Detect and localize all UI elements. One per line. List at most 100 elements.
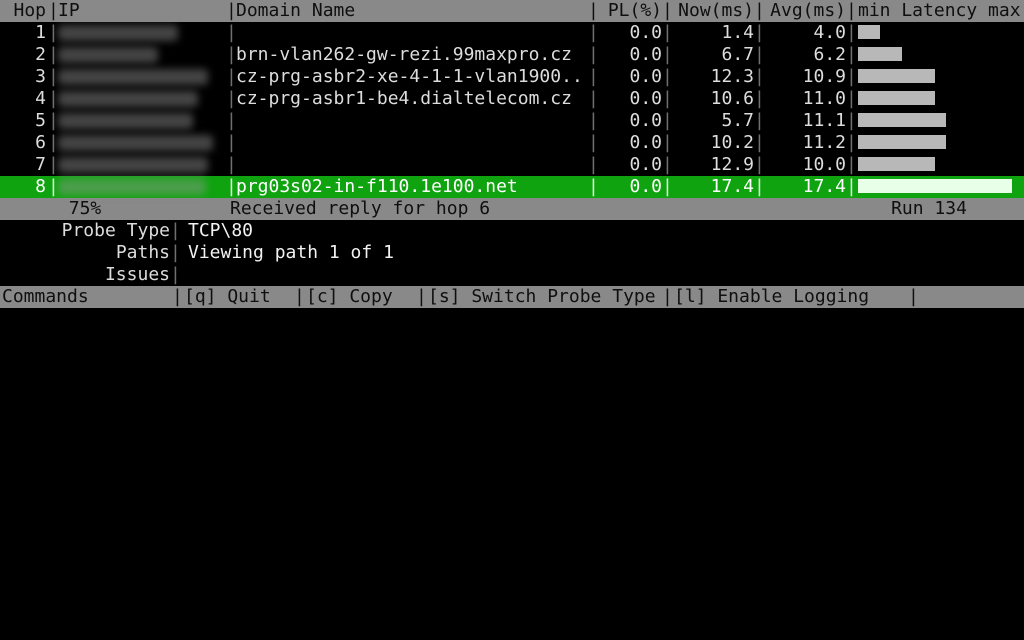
hop-ip: xxxxxxxxxxxxxxx: [58, 44, 226, 66]
col-domain: Domain Name: [236, 0, 588, 22]
table-header: Hop | IP | Domain Name | PL(%) | Now(ms)…: [0, 0, 1024, 22]
hop-number: 7: [0, 154, 48, 176]
hop-row[interactable]: 3|xxxxxxxxxxxxxxx|cz-prg-asbr2-xe-4-1-1-…: [0, 66, 1024, 88]
row-sep: |: [588, 22, 598, 44]
row-sep: |: [226, 132, 236, 154]
cmd-sep: |: [908, 286, 918, 308]
hop-latency-bar: [856, 110, 1024, 132]
status-message: Received reply for hop 6: [170, 198, 834, 220]
row-sep: |: [662, 22, 672, 44]
hop-domain: [236, 22, 588, 44]
redacted-ip: xxxxxxxxxxxxxxx: [58, 110, 221, 131]
cmd-spacer: [918, 286, 1024, 308]
row-sep: |: [226, 154, 236, 176]
probe-type-value: TCP\80: [180, 220, 1024, 242]
cmd-sep: |: [172, 286, 182, 308]
hop-latency-bar: [856, 154, 1024, 176]
row-sep: |: [226, 110, 236, 132]
hop-pl: 0.0: [598, 110, 662, 132]
row-sep: |: [588, 154, 598, 176]
hop-pl: 0.0: [598, 176, 662, 198]
row-sep: |: [662, 176, 672, 198]
row-sep: |: [846, 132, 856, 154]
row-sep: |: [754, 88, 764, 110]
command-bar: Commands | [q] Quit | [c] Copy | [s] Swi…: [0, 286, 1024, 308]
row-sep: |: [662, 44, 672, 66]
hop-pl: 0.0: [598, 88, 662, 110]
row-sep: |: [226, 176, 236, 198]
hop-avg: 6.2: [764, 44, 846, 66]
header-sep: |: [846, 0, 856, 22]
header-sep: |: [588, 0, 598, 22]
hop-domain: cz-prg-asbr2-xe-4-1-1-vlan1900..: [236, 66, 588, 88]
row-sep: |: [48, 22, 58, 44]
hop-domain: cz-prg-asbr1-be4.dialtelecom.cz: [236, 88, 588, 110]
hop-number: 1: [0, 22, 48, 44]
hop-domain: brn-vlan262-gw-rezi.99maxpro.cz: [236, 44, 588, 66]
cmd-quit[interactable]: [q] Quit: [182, 286, 294, 308]
row-sep: |: [662, 66, 672, 88]
paths-label: Paths: [0, 242, 170, 264]
row-sep: |: [588, 66, 598, 88]
row-sep: |: [588, 176, 598, 198]
cmd-switch-probe[interactable]: [s] Switch Probe Type: [426, 286, 662, 308]
row-sep: |: [662, 88, 672, 110]
row-sep: |: [226, 44, 236, 66]
hop-row[interactable]: 1|xxxxxxxxxxxxxxx||0.0|1.4|4.0|: [0, 22, 1024, 44]
row-sep: |: [226, 88, 236, 110]
col-pl: PL(%): [598, 0, 662, 22]
info-sep: |: [170, 242, 180, 264]
row-sep: |: [846, 22, 856, 44]
row-sep: |: [48, 176, 58, 198]
latency-bar: [858, 179, 1012, 193]
hop-row[interactable]: 2|xxxxxxxxxxxxxxx|brn-vlan262-gw-rezi.99…: [0, 44, 1024, 66]
latency-bar: [858, 91, 935, 105]
header-sep: |: [754, 0, 764, 22]
hop-row[interactable]: 5|xxxxxxxxxxxxxxx||0.0|5.7|11.1|: [0, 110, 1024, 132]
row-sep: |: [754, 22, 764, 44]
hop-row[interactable]: 7|xxxxxxxxxxxxxxx||0.0|12.9|10.0|: [0, 154, 1024, 176]
hop-pl: 0.0: [598, 154, 662, 176]
info-issues-row: Issues |: [0, 264, 1024, 286]
probe-type-label: Probe Type: [0, 220, 170, 242]
row-sep: |: [846, 88, 856, 110]
hop-latency-bar: [856, 132, 1024, 154]
hop-row[interactable]: 8|xxxxxxxxxxxxxxx|prg03s02-in-f110.1e100…: [0, 176, 1024, 198]
header-sep: |: [226, 0, 236, 22]
cmd-copy[interactable]: [c] Copy: [304, 286, 416, 308]
issues-label: Issues: [0, 264, 170, 286]
hop-number: 5: [0, 110, 48, 132]
row-sep: |: [48, 154, 58, 176]
hop-ip: xxxxxxxxxxxxxxx: [58, 22, 226, 44]
hop-ip: xxxxxxxxxxxxxxx: [58, 88, 226, 110]
redacted-ip: xxxxxxxxxxxxxxx: [58, 132, 221, 153]
hop-row[interactable]: 4|xxxxxxxxxxxxxxx|cz-prg-asbr1-be4.dialt…: [0, 88, 1024, 110]
hop-domain: prg03s02-in-f110.1e100.net: [236, 176, 588, 198]
row-sep: |: [48, 44, 58, 66]
hop-now: 10.6: [672, 88, 754, 110]
row-sep: |: [754, 154, 764, 176]
status-run: Run 134: [834, 198, 1024, 220]
redacted-ip: xxxxxxxxxxxxxxx: [58, 44, 221, 65]
latency-bar: [858, 69, 935, 83]
row-sep: |: [662, 154, 672, 176]
hop-pl: 0.0: [598, 22, 662, 44]
hop-pl: 0.0: [598, 66, 662, 88]
hop-row[interactable]: 6|xxxxxxxxxxxxxxx||0.0|10.2|11.2|: [0, 132, 1024, 154]
hop-now: 10.2: [672, 132, 754, 154]
row-sep: |: [754, 66, 764, 88]
col-latency: min Latency max: [856, 0, 1024, 22]
row-sep: |: [846, 154, 856, 176]
col-ip: IP: [58, 0, 226, 22]
hop-avg: 4.0: [764, 22, 846, 44]
hop-ip: xxxxxxxxxxxxxxx: [58, 110, 226, 132]
hop-now: 17.4: [672, 176, 754, 198]
row-sep: |: [588, 132, 598, 154]
info-sep: |: [170, 220, 180, 242]
row-sep: |: [226, 22, 236, 44]
status-bar: 75% Received reply for hop 6 Run 134: [0, 198, 1024, 220]
redacted-ip: xxxxxxxxxxxxxxx: [58, 88, 221, 109]
hop-latency-bar: [856, 88, 1024, 110]
cmd-enable-logging[interactable]: [l] Enable Logging: [672, 286, 908, 308]
col-avg: Avg(ms): [764, 0, 846, 22]
